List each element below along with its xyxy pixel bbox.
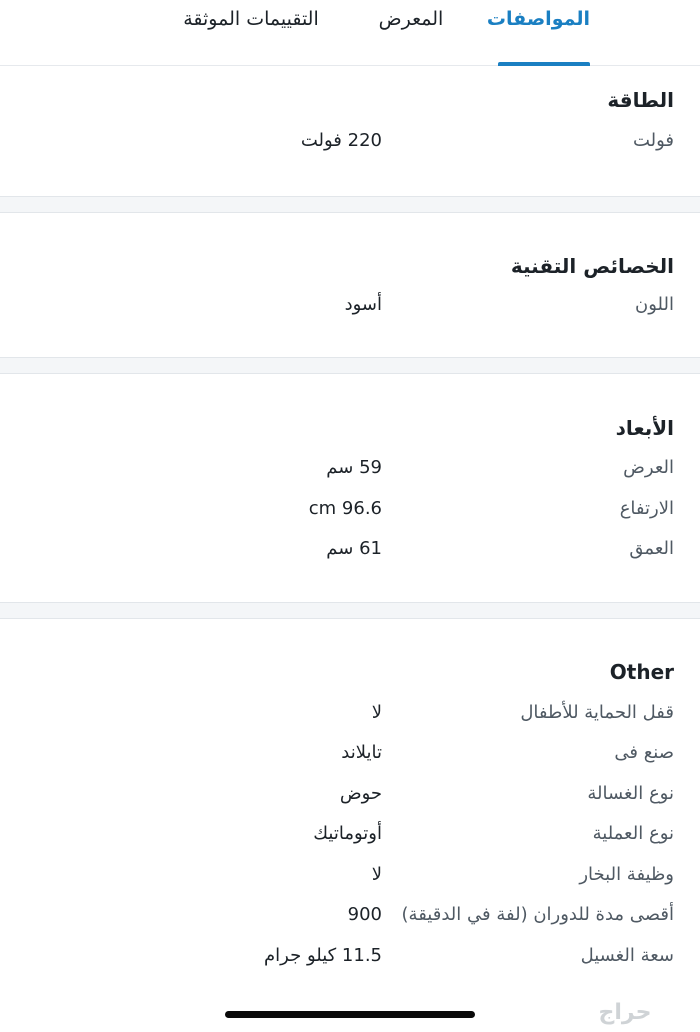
spec-label-max-spin: أقصى مدة للدوران (لفة في الدقيقة) <box>401 904 674 925</box>
spec-value-voltage: 220 فولت <box>300 130 382 151</box>
tab-bar: المواصفات المعرض التقييمات الموثقة <box>0 0 700 66</box>
spec-value-width: 59 سم <box>326 457 382 478</box>
tab-gallery[interactable]: المعرض <box>374 8 448 66</box>
spec-label-child-lock: قفل الحماية للأطفال <box>520 702 674 723</box>
section-title-dimensions: الأبعاد <box>615 416 674 440</box>
spec-value-max-spin: 900 <box>347 904 382 925</box>
section-divider <box>0 357 700 374</box>
spec-label-height: الارتفاع <box>619 498 674 519</box>
spec-value-operation-type: أوتوماتيك <box>313 823 382 844</box>
spec-label-operation-type: نوع العملية <box>592 823 674 844</box>
tab-verified-reviews[interactable]: التقييمات الموثقة <box>176 8 326 66</box>
spec-label-made-in: صنع فى <box>614 742 674 763</box>
spec-value-washer-type: حوض <box>339 783 382 804</box>
spec-label-width: العرض <box>623 457 674 478</box>
tab-specifications[interactable]: المواصفات <box>487 8 590 66</box>
spec-value-color: أسود <box>344 294 382 315</box>
spec-label-voltage: فولت <box>632 130 674 151</box>
spec-label-color: اللون <box>635 294 674 315</box>
spec-value-depth: 61 سم <box>326 538 382 559</box>
section-title-technical: الخصائص التقنية <box>510 254 674 278</box>
spec-label-steam: وظيفة البخار <box>579 864 674 885</box>
section-divider <box>0 196 700 213</box>
spec-value-steam: لا <box>371 864 382 885</box>
section-title-other: Other <box>609 660 674 684</box>
haraj-watermark: حراج <box>598 1000 652 1025</box>
home-indicator[interactable] <box>225 1011 475 1018</box>
spec-value-made-in: تايلاند <box>341 742 382 763</box>
section-title-power: الطاقة <box>607 88 674 112</box>
spec-value-height: cm 96.6 <box>308 498 382 519</box>
spec-value-capacity: 11.5 كيلو جرام <box>264 945 382 966</box>
spec-label-depth: العمق <box>629 538 674 559</box>
spec-value-child-lock: لا <box>371 702 382 723</box>
spec-label-capacity: سعة الغسيل <box>580 945 674 966</box>
section-divider <box>0 602 700 619</box>
spec-label-washer-type: نوع الغسالة <box>587 783 674 804</box>
